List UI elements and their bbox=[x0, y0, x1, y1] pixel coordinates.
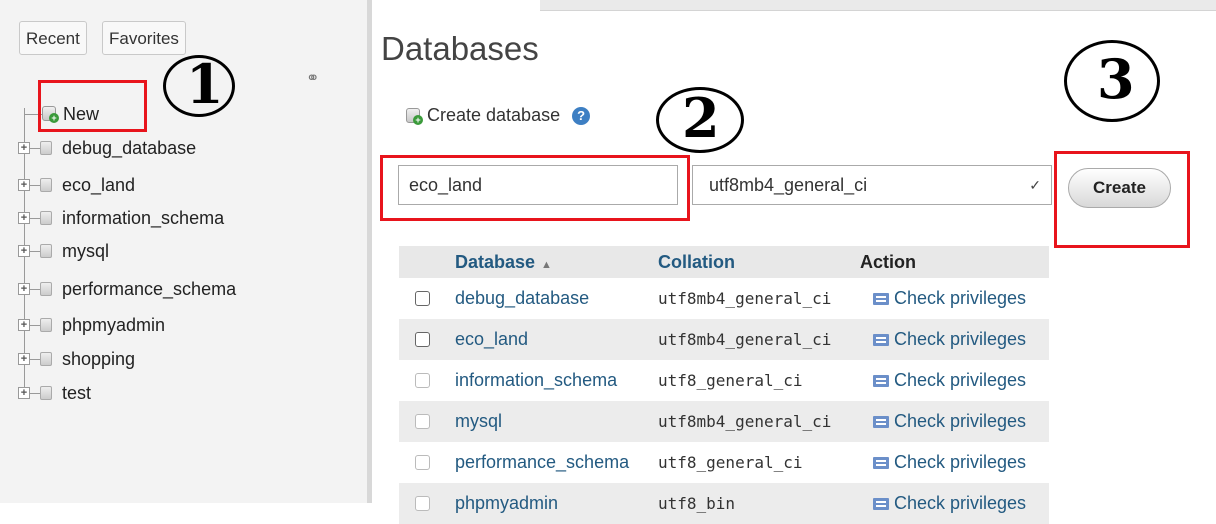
expand-icon[interactable]: + bbox=[18, 319, 30, 331]
collation-column-header[interactable]: Collation bbox=[658, 246, 735, 278]
row-checkbox bbox=[415, 455, 430, 470]
expand-icon[interactable]: + bbox=[18, 353, 30, 365]
chevron-down-icon: ✓ bbox=[1029, 177, 1041, 193]
database-icon bbox=[40, 282, 52, 296]
annotation-number-2: 2 bbox=[682, 86, 720, 150]
page-title: Databases bbox=[381, 30, 539, 67]
privileges-icon bbox=[873, 415, 889, 428]
collation-value: utf8mb4_general_ci bbox=[658, 330, 832, 349]
privileges-icon bbox=[873, 292, 889, 305]
tree-item-label: information_schema bbox=[62, 207, 225, 228]
expand-icon[interactable]: + bbox=[18, 212, 30, 224]
privileges-icon bbox=[873, 497, 889, 510]
collation-value: utf8mb4_general_ci bbox=[658, 289, 832, 308]
database-icon bbox=[40, 141, 52, 155]
database-icon bbox=[40, 352, 52, 366]
collation-value: utf8_general_ci bbox=[658, 453, 803, 472]
tree-item-db[interactable]: + test bbox=[18, 378, 91, 408]
database-icon bbox=[40, 386, 52, 400]
database-link[interactable]: mysql bbox=[455, 401, 502, 442]
tree-item-db[interactable]: + shopping bbox=[18, 344, 135, 374]
privileges-icon bbox=[873, 333, 889, 346]
recent-tab[interactable]: Recent bbox=[19, 21, 87, 55]
database-icon bbox=[40, 178, 52, 192]
table-row: eco_land utf8mb4_general_ci Check privil… bbox=[399, 319, 1049, 360]
tree-item-db[interactable]: + debug_database bbox=[18, 133, 196, 163]
expand-icon[interactable]: + bbox=[18, 387, 30, 399]
tree-item-db[interactable]: + performance_schema bbox=[18, 274, 236, 304]
annotation-box-new bbox=[38, 80, 147, 132]
panel-resizer[interactable] bbox=[367, 0, 372, 503]
row-checkbox[interactable] bbox=[415, 332, 430, 347]
privileges-icon bbox=[873, 374, 889, 387]
create-database-label: Create database bbox=[427, 105, 561, 125]
tree-item-db[interactable]: + phpmyadmin bbox=[18, 310, 165, 340]
databases-table: Database ▲ Collation Action debug_databas… bbox=[399, 246, 1049, 524]
tree-item-label: shopping bbox=[62, 348, 136, 369]
tree-item-db[interactable]: + eco_land bbox=[18, 170, 135, 200]
check-privileges-link[interactable]: Check privileges bbox=[873, 442, 1026, 483]
collation-value: utf8mb4_general_ci bbox=[658, 412, 832, 431]
tree-item-label: phpmyadmin bbox=[62, 314, 166, 335]
check-privileges-link[interactable]: Check privileges bbox=[873, 401, 1026, 442]
table-header: Database ▲ Collation Action bbox=[399, 246, 1049, 278]
collation-selected-value: utf8mb4_general_ci bbox=[709, 175, 868, 195]
check-privileges-link[interactable]: Check privileges bbox=[873, 278, 1026, 319]
privileges-icon bbox=[873, 456, 889, 469]
database-link[interactable]: eco_land bbox=[455, 319, 528, 360]
collation-select[interactable]: utf8mb4_general_ci ✓ bbox=[692, 165, 1052, 205]
database-icon bbox=[40, 244, 52, 258]
table-row: phpmyadmin utf8_bin Check privileges bbox=[399, 483, 1049, 524]
annotation-number-3: 3 bbox=[1097, 47, 1135, 111]
favorites-tab[interactable]: Favorites bbox=[102, 21, 186, 55]
expand-icon[interactable]: + bbox=[18, 283, 30, 295]
check-privileges-link[interactable]: Check privileges bbox=[873, 483, 1026, 524]
tree-item-label: eco_land bbox=[62, 174, 136, 195]
tree-item-db[interactable]: + mysql bbox=[18, 236, 109, 266]
check-privileges-link[interactable]: Check privileges bbox=[873, 360, 1026, 401]
table-row: debug_database utf8mb4_general_ci Check … bbox=[399, 278, 1049, 319]
database-icon bbox=[40, 211, 52, 225]
check-privileges-link[interactable]: Check privileges bbox=[873, 319, 1026, 360]
link-icon[interactable]: ⚭ bbox=[306, 68, 319, 88]
row-checkbox[interactable] bbox=[415, 291, 430, 306]
expand-icon[interactable]: + bbox=[18, 245, 30, 257]
create-database-section-label: + Create database ? bbox=[406, 105, 591, 126]
table-row: performance_schema utf8_general_ci Check… bbox=[399, 442, 1049, 483]
tree-item-label: test bbox=[62, 382, 92, 403]
row-checkbox bbox=[415, 496, 430, 511]
annotation-number-1: 1 bbox=[186, 52, 224, 116]
row-checkbox bbox=[415, 414, 430, 429]
tree-item-label: debug_database bbox=[62, 137, 197, 158]
tree-item-db[interactable]: + information_schema bbox=[18, 203, 224, 233]
table-row: mysql utf8mb4_general_ci Check privilege… bbox=[399, 401, 1049, 442]
collation-value: utf8_general_ci bbox=[658, 371, 803, 390]
expand-icon[interactable]: + bbox=[18, 179, 30, 191]
database-link[interactable]: performance_schema bbox=[455, 442, 629, 483]
database-link[interactable]: debug_database bbox=[455, 278, 589, 319]
database-link[interactable]: phpmyadmin bbox=[455, 483, 558, 524]
table-row: information_schema utf8_general_ci Check… bbox=[399, 360, 1049, 401]
annotation-box-input bbox=[380, 155, 690, 221]
top-tab-bar bbox=[540, 0, 1216, 11]
row-checkbox bbox=[415, 373, 430, 388]
tree-item-label: performance_schema bbox=[62, 278, 237, 299]
tree-item-label: mysql bbox=[62, 240, 110, 261]
database-column-header[interactable]: Database ▲ bbox=[455, 246, 552, 281]
database-icon bbox=[40, 318, 52, 332]
help-icon[interactable]: ? bbox=[572, 106, 591, 125]
sort-icon: ▲ bbox=[541, 259, 552, 271]
new-database-icon: + bbox=[406, 107, 423, 125]
collation-value: utf8_bin bbox=[658, 494, 736, 513]
expand-icon[interactable]: + bbox=[18, 142, 30, 154]
action-column-header: Action bbox=[860, 252, 916, 272]
database-link[interactable]: information_schema bbox=[455, 360, 617, 401]
annotation-box-create bbox=[1054, 151, 1190, 248]
